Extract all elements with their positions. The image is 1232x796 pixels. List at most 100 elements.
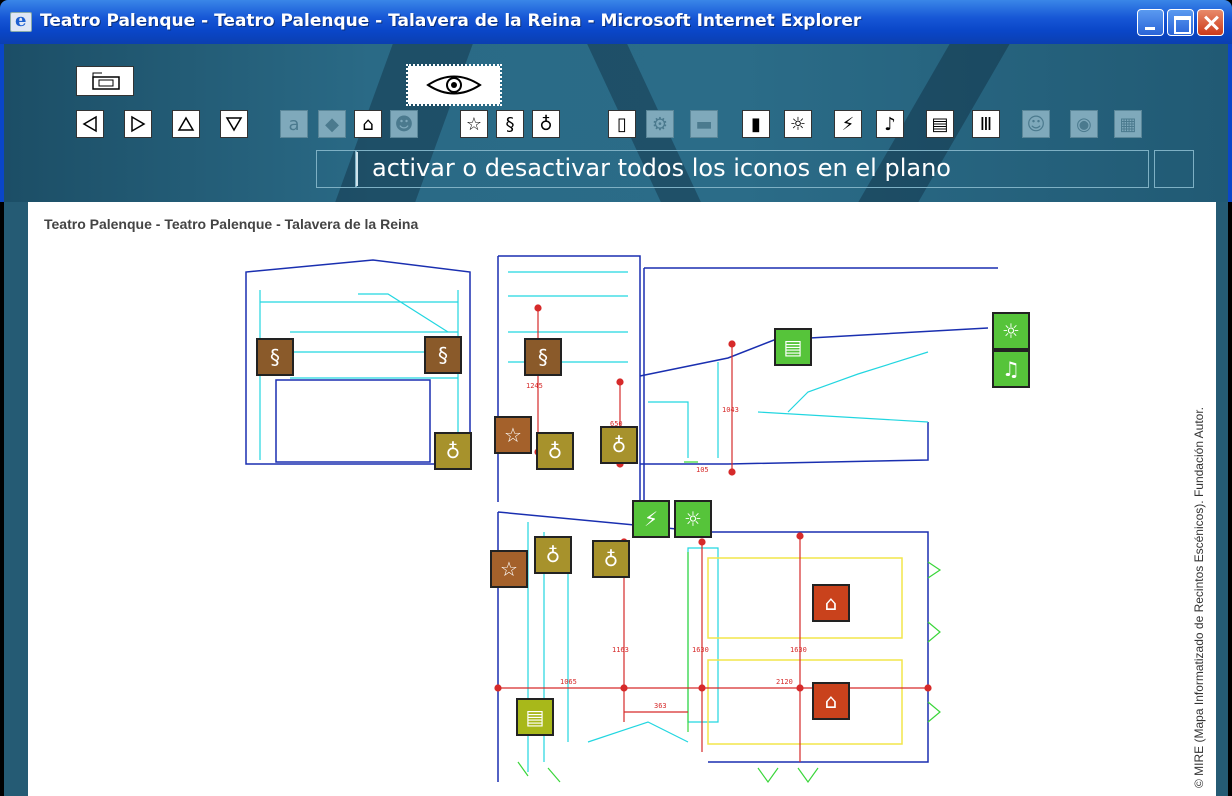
close-button[interactable] xyxy=(1197,9,1224,36)
minimize-button[interactable] xyxy=(1137,9,1164,36)
lighting-marker[interactable]: ♁ xyxy=(536,432,574,470)
power-marker[interactable]: ⚡ xyxy=(632,500,670,538)
plan-content: Teatro Palenque - Teatro Palenque - Tala… xyxy=(4,202,1228,796)
star-marker[interactable]: ☆ xyxy=(494,416,532,454)
control-layer-button[interactable]: ▤ xyxy=(926,110,954,138)
spotlight-layer-button[interactable]: ☼ xyxy=(784,110,812,138)
control-desk-marker[interactable]: ▤ xyxy=(516,698,554,736)
star-layer-button[interactable]: ☆ xyxy=(460,110,488,138)
arrow-right-icon xyxy=(131,115,146,133)
dimension-label: 1163 xyxy=(612,646,629,654)
lamp-icon: ♁ xyxy=(539,113,553,135)
seating-marker[interactable]: ⌂ xyxy=(812,584,850,622)
gear-icon: ⚙ xyxy=(651,113,669,135)
profile-icon: ☺ xyxy=(1026,113,1046,135)
lamp-icon: ♁ xyxy=(545,543,561,567)
camera-layer-button[interactable]: ◉ xyxy=(1070,110,1098,138)
control-desk-icon: ▤ xyxy=(525,705,545,729)
column-icon: ▮ xyxy=(751,113,761,135)
column-layer-button[interactable]: ▮ xyxy=(742,110,770,138)
dimension-label: 1630 xyxy=(692,646,709,654)
spotlight-marker[interactable]: ☼ xyxy=(674,500,712,538)
arrow-up-icon xyxy=(177,116,195,131)
spotlight-marker[interactable]: ☼ xyxy=(992,312,1030,350)
armchair-icon: ⌂ xyxy=(824,591,838,615)
gear-layer-button[interactable]: ⚙ xyxy=(646,110,674,138)
lamp-icon: ♁ xyxy=(547,439,563,463)
audience-layer-button[interactable]: ▦ xyxy=(1114,110,1142,138)
sound-layer-button[interactable]: ♪ xyxy=(876,110,904,138)
stage-layer-button[interactable]: ▬ xyxy=(690,110,718,138)
control-desk-icon: ▤ xyxy=(783,335,803,359)
spotlight-icon: ☼ xyxy=(789,113,807,135)
lamp-icon: ♁ xyxy=(603,547,619,571)
dimension-label: 1065 xyxy=(560,678,577,686)
lighting-layer-button[interactable]: ♁ xyxy=(532,110,560,138)
copyright-note: © MIRE (Mapa Informatizado de Recintos E… xyxy=(1188,250,1208,790)
theater-floor-plan: 1245 650 1043 105 1163 1630 1630 1065 21… xyxy=(245,255,998,784)
window-title: Teatro Palenque - Teatro Palenque - Tala… xyxy=(40,11,862,31)
dimension-label: 2120 xyxy=(776,678,793,686)
nav-down-button[interactable] xyxy=(220,110,248,138)
power-icon: ⚡ xyxy=(643,507,659,531)
dressing-layer-button[interactable]: ☻ xyxy=(390,110,418,138)
lighting-marker[interactable]: ♁ xyxy=(592,540,630,578)
rope-layer-button[interactable]: § xyxy=(496,110,524,138)
arrow-left-icon xyxy=(82,115,97,133)
control-desk-icon: ▤ xyxy=(931,113,949,135)
lighting-marker[interactable]: ♁ xyxy=(534,536,572,574)
copyright-text: © MIRE (Mapa Informatizado de Recintos E… xyxy=(1192,406,1206,788)
rope-icon: § xyxy=(438,343,448,367)
dimension-label: 105 xyxy=(696,466,709,474)
seating-marker[interactable]: ⌂ xyxy=(812,682,850,720)
door-icon: ▯ xyxy=(617,113,627,135)
lamp-icon: ♁ xyxy=(611,433,627,457)
door-layer-button[interactable]: ▯ xyxy=(608,110,636,138)
spotlight-icon: ☼ xyxy=(684,507,702,531)
head-icon: ☻ xyxy=(394,113,414,135)
lighting-marker[interactable]: ♁ xyxy=(434,432,472,470)
status-text: activar o desactivar todos los iconos en… xyxy=(356,152,1149,186)
plan-view-button[interactable] xyxy=(76,66,134,96)
floor-layer-button[interactable]: ◆ xyxy=(318,110,346,138)
control-desk-marker[interactable]: ▤ xyxy=(774,328,812,366)
rope-icon: § xyxy=(505,113,515,135)
rope-icon: § xyxy=(538,345,548,369)
rigging-marker[interactable]: § xyxy=(524,338,562,376)
armchair-icon: ⌂ xyxy=(362,113,374,135)
dimension-label: 363 xyxy=(654,702,667,710)
lighting-marker[interactable]: ♁ xyxy=(600,426,638,464)
maximize-button[interactable] xyxy=(1167,9,1194,36)
star-icon: ☆ xyxy=(504,423,522,447)
rigging-marker[interactable]: § xyxy=(256,338,294,376)
nav-left-button[interactable] xyxy=(76,110,104,138)
rigging-marker[interactable]: § xyxy=(424,336,462,374)
text-icon: a xyxy=(288,113,300,135)
armchair-icon: ⌂ xyxy=(824,689,838,713)
dimension-label: 1630 xyxy=(790,646,807,654)
star-marker[interactable]: ☆ xyxy=(490,550,528,588)
power-icon: ⚡ xyxy=(841,113,855,135)
profile-layer-button[interactable]: ☺ xyxy=(1022,110,1050,138)
speaker-icon: ♪ xyxy=(884,113,896,135)
nav-right-button[interactable] xyxy=(124,110,152,138)
floor-icon: ◆ xyxy=(325,113,339,135)
status-bar-left xyxy=(316,150,356,188)
sound-marker[interactable]: ♫ xyxy=(992,350,1030,388)
nav-up-button[interactable] xyxy=(172,110,200,138)
arrow-down-icon xyxy=(225,117,243,132)
power-layer-button[interactable]: ⚡ xyxy=(834,110,862,138)
ie-logo-icon xyxy=(10,10,32,32)
bars-icon: Ⅲ xyxy=(979,113,993,135)
bars-layer-button[interactable]: Ⅲ xyxy=(972,110,1000,138)
seating-layer-button[interactable]: ⌂ xyxy=(354,110,382,138)
text-layer-button[interactable]: a xyxy=(280,110,308,138)
eye-icon xyxy=(426,75,482,95)
star-icon: ☆ xyxy=(500,557,518,581)
dimension-label: 1043 xyxy=(722,406,739,414)
sound-icon: ♫ xyxy=(1002,357,1020,381)
stage-icon: ▬ xyxy=(695,113,713,135)
lamp-icon: ♁ xyxy=(445,439,461,463)
rope-icon: § xyxy=(270,345,280,369)
toggle-all-icons-button[interactable] xyxy=(406,64,502,106)
